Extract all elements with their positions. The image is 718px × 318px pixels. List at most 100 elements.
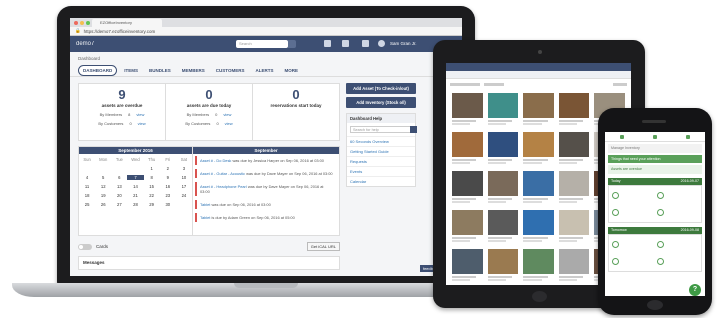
- calendar-day[interactable]: 15: [144, 184, 160, 189]
- asset-card[interactable]: [558, 171, 590, 205]
- list-item[interactable]: [656, 189, 699, 203]
- asset-card[interactable]: [452, 249, 483, 283]
- calendar-day[interactable]: 8: [144, 175, 160, 180]
- avatar[interactable]: [378, 40, 385, 47]
- search-icon[interactable]: [288, 40, 296, 48]
- close-dot-icon[interactable]: [74, 20, 78, 25]
- help-fab-button[interactable]: ?: [689, 284, 701, 296]
- calendar-day[interactable]: 19: [95, 193, 111, 198]
- home-button[interactable]: [532, 291, 547, 302]
- calendar-day[interactable]: 26: [95, 202, 111, 207]
- tab-dashboard[interactable]: DASHBOARD: [78, 65, 118, 76]
- home-button[interactable]: [647, 300, 663, 310]
- view-link[interactable]: view: [136, 112, 144, 117]
- asset-card[interactable]: [523, 132, 554, 166]
- calendar-day[interactable]: 16: [160, 184, 176, 189]
- user-name[interactable]: Sam Gran Jr.: [390, 41, 417, 46]
- help-link[interactable]: Calendar: [347, 176, 415, 186]
- asset-card[interactable]: [487, 93, 519, 127]
- asset-card[interactable]: [523, 210, 554, 244]
- calendar-day[interactable]: 23: [160, 193, 176, 198]
- list-item[interactable]: [612, 238, 654, 252]
- view-link[interactable]: view: [138, 121, 146, 126]
- tab-alerts[interactable]: ALERTS: [251, 66, 277, 75]
- asset-card[interactable]: [487, 132, 519, 166]
- address-bar[interactable]: 🔒 https://demo7.ezofficeinventory.com: [70, 27, 462, 36]
- overdue-status[interactable]: Assets are overdue: [608, 165, 702, 174]
- add-asset-button[interactable]: Add Asset (To Check-in/out): [346, 83, 416, 94]
- minimize-dot-icon[interactable]: [80, 20, 84, 25]
- calendar-month[interactable]: September 2016: [79, 147, 192, 154]
- asset-card[interactable]: [452, 171, 483, 205]
- calendar-day[interactable]: 27: [111, 202, 127, 207]
- maximize-dot-icon[interactable]: [86, 20, 90, 25]
- search-input[interactable]: Search: [236, 40, 288, 48]
- calendar-day[interactable]: 9: [160, 175, 176, 180]
- calendar-day[interactable]: 2: [160, 166, 176, 171]
- calendar-day[interactable]: 17: [176, 184, 192, 189]
- view-link[interactable]: view: [225, 121, 233, 126]
- help-link[interactable]: 60 Seconds Overview: [347, 136, 415, 146]
- calendar-day[interactable]: 28: [127, 202, 143, 207]
- help-link[interactable]: Getting Started Guide: [347, 146, 415, 156]
- calendar-day[interactable]: 25: [79, 202, 95, 207]
- list-item[interactable]: [656, 206, 699, 220]
- asset-card[interactable]: [523, 171, 554, 205]
- calendar-day[interactable]: 18: [79, 193, 95, 198]
- calendar-day[interactable]: 11: [79, 184, 95, 189]
- calendar-day[interactable]: 13: [111, 184, 127, 189]
- app-name[interactable]: demo7: [76, 41, 94, 47]
- event-link[interactable]: Tablet: [200, 215, 210, 220]
- items-icon[interactable]: [652, 134, 657, 139]
- help-search-input[interactable]: Search for help: [350, 126, 417, 133]
- help-link[interactable]: Events: [347, 166, 415, 176]
- calendar-day[interactable]: 20: [111, 193, 127, 198]
- asset-card[interactable]: [523, 93, 554, 127]
- calendar-day[interactable]: 12: [95, 184, 111, 189]
- tab-items[interactable]: ITEMS: [120, 66, 142, 75]
- asset-card[interactable]: [452, 132, 483, 166]
- calendar-day[interactable]: 1: [144, 166, 160, 171]
- asset-card[interactable]: [523, 249, 554, 283]
- notifications-icon[interactable]: [342, 40, 349, 47]
- browser-tab[interactable]: EZOfficeInventory: [92, 19, 162, 27]
- asset-card[interactable]: [558, 249, 590, 283]
- calendar-day[interactable]: 29: [144, 202, 160, 207]
- cart-icon[interactable]: [324, 40, 331, 47]
- asset-card[interactable]: [487, 210, 519, 244]
- asset-card[interactable]: [558, 210, 590, 244]
- list-item[interactable]: [612, 255, 654, 269]
- calendar-day[interactable]: 10: [176, 175, 192, 180]
- calendar-day[interactable]: 4: [79, 175, 95, 180]
- cards-toggle[interactable]: [78, 243, 92, 250]
- calendar-day[interactable]: 30: [160, 202, 176, 207]
- calendar-day[interactable]: 21: [127, 193, 143, 198]
- asset-card[interactable]: [558, 93, 590, 127]
- calendar-day[interactable]: 22: [144, 193, 160, 198]
- help-link[interactable]: Requests: [347, 156, 415, 166]
- breadcrumb[interactable]: Dashboard: [70, 52, 462, 65]
- asset-card[interactable]: [452, 93, 483, 127]
- asset-card[interactable]: [487, 171, 519, 205]
- asset-card[interactable]: [558, 132, 590, 166]
- alerts-icon[interactable]: [362, 40, 369, 47]
- asset-card[interactable]: [487, 249, 519, 283]
- calendar-day[interactable]: 6: [111, 175, 127, 180]
- event-link[interactable]: Asset # - Guitar - Acoustic: [200, 171, 245, 176]
- view-link[interactable]: view: [223, 112, 231, 117]
- tab-more[interactable]: MORE: [280, 66, 302, 75]
- calendar-day[interactable]: 24: [176, 193, 192, 198]
- calendar-day[interactable]: 7: [127, 175, 144, 180]
- list-item[interactable]: [612, 206, 654, 220]
- tab-members[interactable]: MEMBERS: [178, 66, 209, 75]
- menu-icon[interactable]: [619, 134, 624, 139]
- tab-customers[interactable]: CUSTOMERS: [212, 66, 249, 75]
- tab-bundles[interactable]: BUNDLES: [145, 66, 175, 75]
- list-item[interactable]: [656, 255, 699, 269]
- scan-icon[interactable]: [686, 134, 691, 139]
- calendar-day[interactable]: 3: [176, 166, 192, 171]
- calendar-day[interactable]: 5: [95, 175, 111, 180]
- list-item[interactable]: [612, 189, 654, 203]
- event-link[interactable]: Tablet: [200, 202, 210, 207]
- asset-card[interactable]: [452, 210, 483, 244]
